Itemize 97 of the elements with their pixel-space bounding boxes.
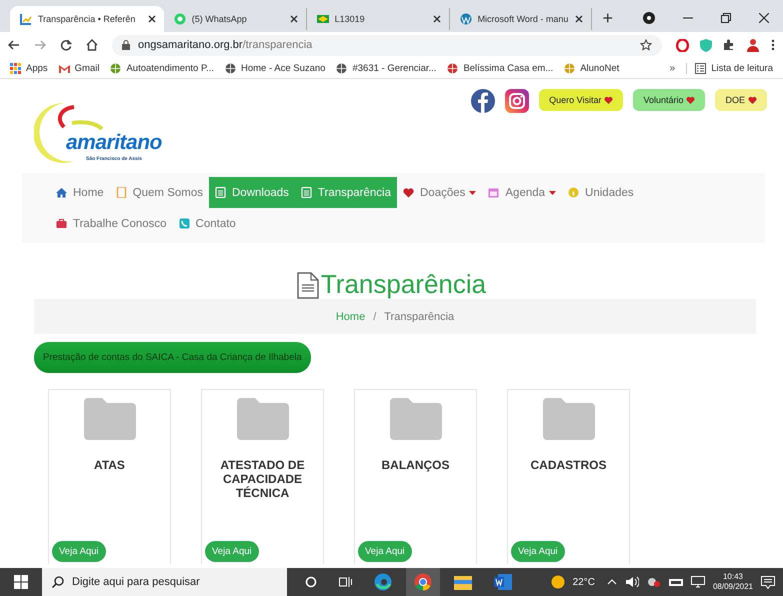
caret-icon	[549, 190, 556, 194]
display-icon[interactable]	[690, 576, 705, 588]
list-icon	[695, 62, 706, 74]
bookmark[interactable]: #3631 - Gerenciar...	[336, 62, 436, 74]
nav-item[interactable]: Unidades	[562, 177, 640, 208]
browser-tab[interactable]: L13019	[306, 8, 450, 30]
browser-tab[interactable]: Microsoft Word - manu	[450, 8, 592, 30]
close-icon[interactable]	[290, 15, 298, 23]
folder-icon	[84, 398, 136, 440]
bookmark[interactable]: Apps	[10, 62, 48, 74]
folder-icon	[390, 398, 442, 440]
heart-icon	[686, 96, 696, 104]
close-icon[interactable]	[575, 15, 584, 23]
action-button[interactable]: DOE	[715, 89, 767, 111]
breadcrumb-current: Transparência	[384, 310, 454, 322]
heart-icon	[748, 96, 757, 104]
instagram-icon[interactable]	[505, 89, 530, 113]
chevron-up-icon[interactable]	[606, 579, 617, 585]
chart-icon	[20, 13, 32, 25]
bookmark[interactable]: Home - Ace Suzano	[224, 62, 326, 74]
notice-button[interactable]: Prestação de contas do SAICA - Casa da Criança de Ilhabela	[34, 342, 311, 373]
heart-icon	[604, 96, 614, 104]
bookmark[interactable]: Gmail	[58, 62, 100, 74]
opera-icon[interactable]	[676, 38, 689, 52]
star-icon[interactable]	[640, 39, 652, 51]
tab-title: L13019	[334, 14, 366, 24]
briefcase-icon	[56, 218, 67, 229]
more-icon[interactable]	[771, 39, 775, 51]
task-view-icon[interactable]	[339, 576, 352, 588]
nav-item[interactable]: Quem Somos	[110, 177, 209, 208]
windows-icon[interactable]	[14, 575, 28, 589]
tab-title: Microsoft Word - manu	[478, 14, 570, 24]
edge-icon[interactable]	[374, 573, 392, 591]
file-icon	[215, 187, 226, 198]
chrome-icon[interactable]	[414, 573, 432, 591]
tab-title: (5) WhatsApp	[192, 14, 248, 24]
bookmark[interactable]: Belíssima Casa em...	[447, 62, 554, 74]
sun-icon	[550, 575, 565, 589]
flag-icon	[316, 13, 329, 25]
more-bookmarks-button[interactable]: »	[670, 62, 676, 74]
close-icon[interactable]	[759, 13, 769, 23]
search-icon	[52, 576, 64, 588]
folder-icon	[542, 398, 594, 440]
home-icon[interactable]	[86, 39, 98, 51]
reload-icon[interactable]	[60, 39, 72, 51]
close-icon[interactable]	[432, 15, 441, 23]
mail-icon	[58, 62, 70, 74]
restore-icon[interactable]	[721, 13, 731, 23]
caret-icon	[469, 190, 476, 194]
puzzle-icon[interactable]	[723, 39, 735, 51]
lock-icon	[122, 40, 130, 50]
folder-icon	[236, 398, 288, 440]
grid-icon	[10, 62, 21, 74]
new-tab-button[interactable]: +	[592, 8, 623, 28]
phone-icon	[178, 218, 190, 229]
nav-item[interactable]: Agenda	[482, 177, 562, 208]
card-title: ATESTADO DE CAPACIDADE TÉCNICA	[219, 458, 306, 500]
folder-icon[interactable]	[454, 574, 472, 590]
temperature: 22°C	[572, 576, 595, 588]
document-icon	[296, 272, 319, 299]
nav-item[interactable]: Doações	[397, 177, 482, 208]
home-icon	[56, 187, 67, 198]
file-icon	[300, 187, 312, 198]
notifications-icon[interactable]	[761, 576, 775, 588]
back-icon[interactable]	[8, 39, 20, 51]
heart-icon	[403, 187, 414, 198]
nav-item[interactable]: Home	[50, 177, 110, 208]
address-field[interactable]: ongsamaritano.org.br/transparencia	[112, 34, 662, 56]
page-title: Transparência	[320, 269, 486, 299]
avatar-icon[interactable]	[746, 38, 760, 52]
card-title: CADASTROS	[529, 458, 608, 472]
action-button[interactable]: Quero Visitar	[539, 89, 624, 111]
nav-item[interactable]: Contato	[172, 208, 242, 239]
breadcrumb-separator: /	[373, 310, 376, 322]
close-icon[interactable]	[148, 15, 156, 23]
card-title: ATAS	[93, 458, 126, 472]
cortana-icon[interactable]	[305, 576, 317, 588]
clock-date: 08/09/2021	[712, 582, 753, 592]
word-icon[interactable]	[494, 574, 512, 590]
clock-time: 10:43	[722, 572, 743, 582]
tab-title: Transparência • Referên	[38, 14, 136, 24]
profile-icon[interactable]	[643, 12, 655, 24]
calendar-icon	[488, 187, 500, 198]
bookmark[interactable]: AlunoNet	[564, 62, 620, 74]
reading-list-button[interactable]: Lista de leitura	[686, 62, 773, 74]
chat-icon	[174, 13, 186, 25]
speaker-icon[interactable]	[624, 576, 639, 588]
bookmark[interactable]: Autoatendimento P...	[110, 62, 214, 74]
browser-tab[interactable]: Transparência • Referên	[10, 6, 164, 32]
taskbar-search-field[interactable]: Digite aqui para pesquisar	[42, 568, 287, 596]
browser-tab[interactable]: (5) WhatsApp	[164, 8, 307, 30]
card-title: BALANÇOS	[380, 458, 450, 472]
info-icon	[568, 187, 580, 198]
facebook-icon[interactable]	[471, 89, 496, 113]
nav-item[interactable]: Trabalhe Conosco	[50, 208, 173, 239]
action-button[interactable]: Voluntário	[633, 89, 706, 111]
logo-text: amaritano	[66, 131, 162, 155]
